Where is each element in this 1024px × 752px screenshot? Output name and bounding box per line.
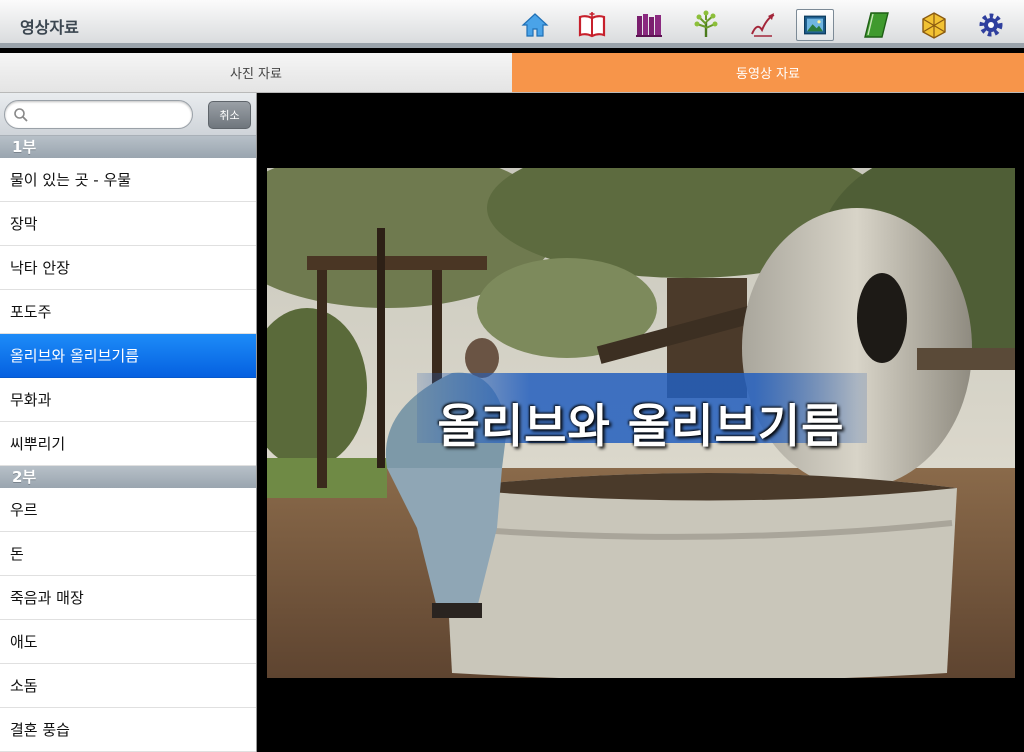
list-item[interactable]: 죽음과 매장 — [0, 576, 256, 620]
app-header: 영상자료 — [0, 0, 1024, 48]
gift-box-icon[interactable] — [914, 6, 954, 44]
search-field[interactable] — [4, 100, 193, 129]
cancel-button[interactable]: 취소 — [208, 101, 251, 129]
list-item[interactable]: 무화과 — [0, 378, 256, 422]
list-item[interactable]: 낙타 안장 — [0, 246, 256, 290]
pen-writing-icon[interactable] — [743, 6, 783, 44]
list-item[interactable]: 포도주 — [0, 290, 256, 334]
list-item[interactable]: 애도 — [0, 620, 256, 664]
list-item[interactable]: 장막 — [0, 202, 256, 246]
tab-video-materials[interactable]: 동영상 자료 — [512, 53, 1024, 93]
active-tool-frame — [796, 9, 834, 41]
segmented-tabs: 사진 자료 동영상 자료 — [0, 53, 1024, 93]
home-icon[interactable] — [515, 6, 555, 44]
list-item-selected[interactable]: 올리브와 올리브기름 — [0, 334, 256, 378]
bible-book-icon[interactable] — [572, 6, 612, 44]
search-bar: 취소 — [0, 93, 256, 136]
green-book-icon[interactable] — [857, 6, 897, 44]
search-icon — [14, 108, 28, 122]
sidebar-list: 취소 1부 물이 있는 곳 - 우물 장막 낙타 안장 포도주 올리브와 올리브… — [0, 93, 257, 752]
list-item[interactable]: 돈 — [0, 532, 256, 576]
page-title: 영상자료 — [20, 18, 79, 37]
list-item[interactable]: 소돔 — [0, 664, 256, 708]
video-area: 올리브와 올리브기름 — [257, 93, 1024, 752]
video-caption: 올리브와 올리브기름 — [437, 399, 845, 453]
section-header: 2부 — [0, 466, 256, 488]
media-gallery-icon[interactable] — [795, 6, 835, 44]
library-books-icon[interactable] — [629, 6, 669, 44]
section-header: 1부 — [0, 136, 256, 158]
search-input[interactable] — [33, 105, 183, 125]
settings-gear-icon[interactable] — [971, 6, 1011, 44]
list-item[interactable]: 물이 있는 곳 - 우물 — [0, 158, 256, 202]
list-item[interactable]: 씨뿌리기 — [0, 422, 256, 466]
video-player[interactable]: 올리브와 올리브기름 — [267, 168, 1015, 678]
list-item[interactable]: 우르 — [0, 488, 256, 532]
list-item[interactable]: 결혼 풍습 — [0, 708, 256, 752]
tree-icon[interactable] — [686, 6, 726, 44]
tab-photo-materials[interactable]: 사진 자료 — [0, 53, 512, 93]
